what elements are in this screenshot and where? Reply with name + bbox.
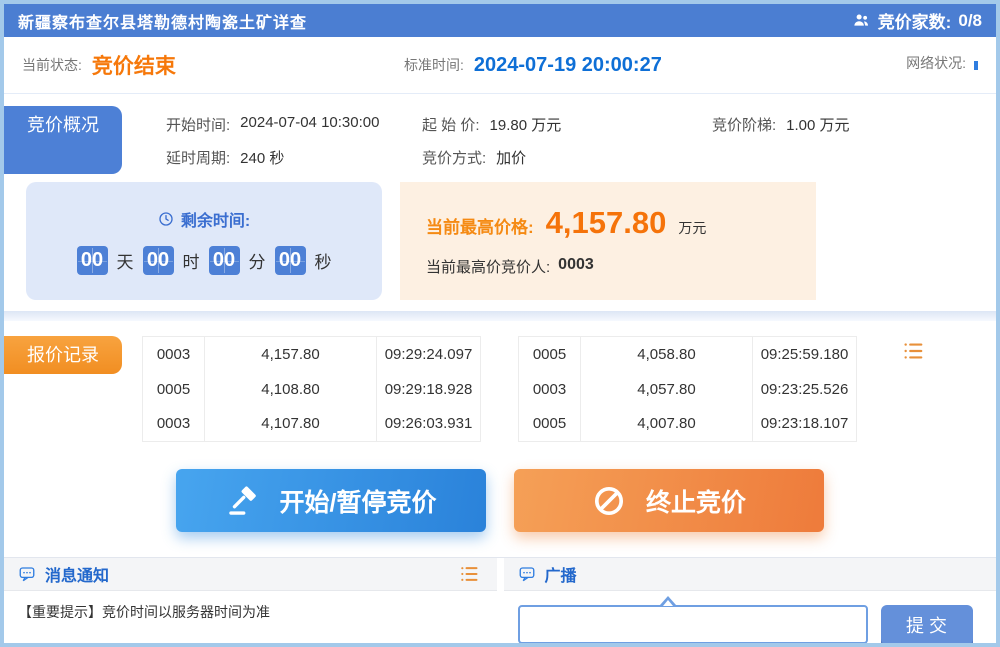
field-start-time: 开始时间: 2024-07-04 10:30:00 (166, 114, 422, 135)
bidder-count: 竞价家数: 0/8 (852, 8, 982, 33)
important-notice-text: 【重要提示】竞价时间以服务器时间为准 (4, 591, 497, 633)
overview-section-label: 竞价概况 (4, 106, 122, 174)
standard-time: 标准时间: 2024-07-19 20:00:27 (404, 54, 906, 77)
countdown-label: 剩余时间: (181, 207, 250, 231)
countdown-seconds: 00 (275, 246, 306, 275)
terminate-bid-label: 终止竞价 (646, 483, 746, 519)
status-bar: 当前状态: 竞价结束 标准时间: 2024-07-19 20:00:27 网络状… (4, 37, 996, 94)
time-label: 标准时间: (404, 55, 464, 75)
bid-table-right: 0005 4,058.80 09:25:59.180 0003 4,057.80… (518, 336, 857, 442)
bid-list-icon[interactable] (902, 340, 924, 362)
bidder-count-value: 0/8 (958, 11, 982, 31)
unit-second: 秒 (315, 248, 332, 273)
table-row: 0003 4,107.80 09:26:03.931 (143, 407, 481, 442)
overview-fields: 开始时间: 2024-07-04 10:30:00 起 始 价: 19.80 万… (122, 106, 996, 174)
countdown-days: 00 (77, 246, 108, 275)
action-buttons: 开始/暂停竞价 终止竞价 (4, 469, 996, 532)
network-status: 网络状况: (906, 53, 978, 77)
highest-price-unit: 万元 (678, 218, 706, 238)
countdown-minutes: 00 (209, 246, 240, 275)
auction-overview-section: 竞价概况 开始时间: 2024-07-04 10:30:00 起 始 价: 19… (4, 94, 996, 174)
broadcast-panel-title: 广播 (545, 562, 577, 586)
time-value: 2024-07-19 20:00:27 (474, 54, 662, 77)
title-bar: 新疆察布查尔县塔勒德村陶瓷土矿详查 竞价家数: 0/8 (4, 4, 996, 37)
countdown-digits: 00 天 00 时 00 分 00 秒 (77, 246, 332, 275)
table-row: 0003 4,157.80 09:29:24.097 (143, 337, 481, 372)
message-panel: 消息通知 【重要提示】竞价时间以服务器时间为准 (4, 558, 497, 643)
submit-button[interactable]: 提 交 (881, 605, 973, 645)
broadcast-input[interactable] (518, 605, 868, 644)
highest-price-label: 当前最高价格: (426, 213, 534, 238)
network-signal-icon (974, 61, 978, 70)
table-row: 0005 4,108.80 09:29:18.928 (143, 372, 481, 407)
speech-bubble-icon (18, 565, 36, 583)
bid-record-tables: 0003 4,157.80 09:29:24.097 0005 4,108.80… (142, 336, 857, 442)
state-label: 当前状态: (22, 55, 82, 75)
start-pause-bid-label: 开始/暂停竞价 (280, 483, 437, 519)
table-row: 0005 4,058.80 09:25:59.180 (519, 337, 857, 372)
terminate-bid-button[interactable]: 终止竞价 (514, 469, 824, 532)
state-value: 竞价结束 (92, 50, 176, 80)
current-state: 当前状态: 竞价结束 (22, 50, 404, 80)
message-list-icon[interactable] (459, 564, 479, 584)
message-panel-title: 消息通知 (45, 562, 109, 586)
highest-price-value: 4,157.80 (546, 205, 667, 241)
broadcast-panel: 广播 提 交 (504, 558, 997, 643)
unit-hour: 时 (183, 248, 200, 273)
table-row: 0005 4,007.80 09:23:18.107 (519, 407, 857, 442)
field-start-price: 起 始 价: 19.80 万元 (422, 114, 712, 135)
bottom-panels: 消息通知 【重要提示】竞价时间以服务器时间为准 广播 (4, 557, 996, 643)
unit-day: 天 (117, 248, 134, 273)
countdown-hours: 00 (143, 246, 174, 275)
field-bid-increment: 竞价阶梯: 1.00 万元 (712, 114, 996, 135)
field-delay-period: 延时周期: 240 秒 (166, 147, 422, 168)
start-pause-bid-button[interactable]: 开始/暂停竞价 (176, 469, 486, 532)
ban-icon (592, 484, 626, 518)
info-panels: 剩余时间: 00 天 00 时 00 分 00 秒 当前最高价格: 4,157.… (4, 174, 996, 300)
gavel-icon (226, 484, 260, 518)
bid-records-section: 报价记录 0003 4,157.80 09:29:24.097 0005 4,1… (4, 321, 996, 446)
bidder-count-label: 竞价家数: (878, 8, 952, 33)
people-icon (852, 11, 871, 30)
auction-page: 新疆察布查尔县塔勒德村陶瓷土矿详查 竞价家数: 0/8 当前状态: 竞价结束 标… (0, 0, 1000, 647)
highest-bidder-value: 0003 (558, 256, 594, 277)
speech-bubble-icon (518, 565, 536, 583)
bid-table-left: 0003 4,157.80 09:29:24.097 0005 4,108.80… (142, 336, 481, 442)
countdown-panel: 剩余时间: 00 天 00 时 00 分 00 秒 (26, 182, 382, 300)
network-label: 网络状况: (906, 53, 966, 73)
clock-icon (158, 211, 174, 227)
bid-records-section-label: 报价记录 (4, 336, 122, 374)
page-title: 新疆察布查尔县塔勒德村陶瓷土矿详查 (18, 9, 307, 33)
highest-price-panel: 当前最高价格: 4,157.80 万元 当前最高价竞价人: 0003 (400, 182, 816, 300)
field-bid-mode: 竞价方式: 加价 (422, 147, 712, 168)
section-divider (4, 311, 996, 321)
unit-minute: 分 (249, 248, 266, 273)
highest-bidder-label: 当前最高价竞价人: (426, 256, 550, 277)
table-row: 0003 4,057.80 09:23:25.526 (519, 372, 857, 407)
